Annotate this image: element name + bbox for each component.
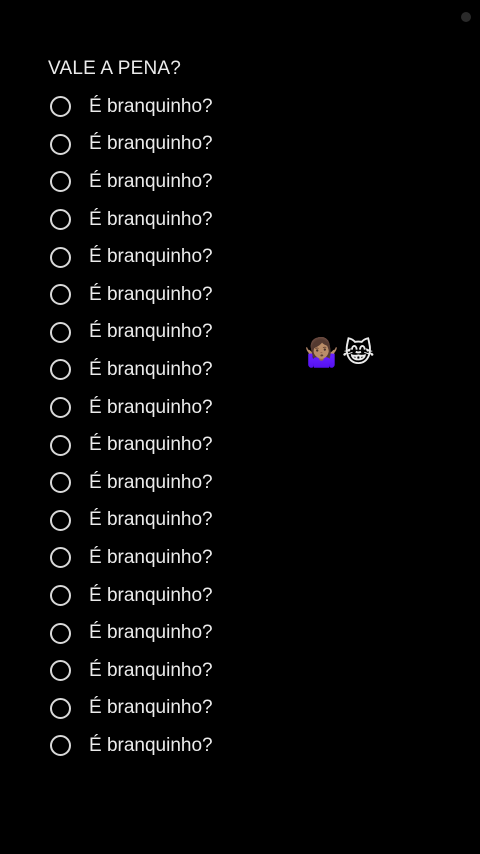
emoji-sticker-group: 🤷🏽‍♀️ 😹 [304, 337, 375, 368]
checklist-item[interactable]: É branquinho? [50, 727, 213, 765]
unchecked-circle-icon[interactable] [50, 397, 71, 419]
checklist-item[interactable]: É branquinho? [50, 690, 213, 728]
checklist-item[interactable]: É branquinho? [50, 502, 213, 540]
unchecked-circle-icon[interactable] [50, 359, 71, 381]
unchecked-circle-icon[interactable] [50, 133, 71, 155]
notes-screen: VALE A PENA? É branquinho? É branquinho? É… [0, 0, 480, 854]
unchecked-circle-icon[interactable] [50, 622, 71, 644]
checklist-item-label: É branquinho? [89, 546, 213, 568]
checklist-item-label: É branquinho? [89, 321, 213, 343]
checklist-item[interactable]: É branquinho? [50, 426, 213, 464]
checklist: É branquinho? É branquinho? É branquinho? É… [50, 88, 213, 765]
checklist-item[interactable]: É branquinho? [50, 314, 213, 352]
checklist-item[interactable]: É branquinho? [50, 88, 213, 126]
checklist-item[interactable]: É branquinho? [50, 238, 213, 276]
checklist-item[interactable]: É branquinho? [50, 126, 213, 164]
crying-laughing-cat-emoji-icon: 😹 [342, 337, 375, 368]
checklist-item[interactable]: É branquinho? [50, 464, 213, 502]
unchecked-circle-icon[interactable] [50, 660, 71, 682]
checklist-item[interactable]: É branquinho? [50, 163, 213, 201]
unchecked-circle-icon[interactable] [50, 585, 71, 607]
unchecked-circle-icon[interactable] [50, 509, 71, 531]
unchecked-circle-icon[interactable] [50, 246, 71, 268]
checklist-item-label: É branquinho? [89, 246, 213, 268]
top-indicator-dot [461, 12, 471, 22]
checklist-item-label: É branquinho? [89, 734, 213, 756]
shrug-emoji-icon: 🤷🏽‍♀️ [304, 337, 339, 368]
checklist-item-label: É branquinho? [89, 208, 213, 230]
checklist-item[interactable]: É branquinho? [50, 351, 213, 389]
checklist-item[interactable]: É branquinho? [50, 276, 213, 314]
checklist-item-label: É branquinho? [89, 584, 213, 606]
checklist-item[interactable]: É branquinho? [50, 652, 213, 690]
unchecked-circle-icon[interactable] [50, 472, 71, 494]
checklist-item-label: É branquinho? [89, 133, 213, 155]
unchecked-circle-icon[interactable] [50, 547, 71, 569]
checklist-item-label: É branquinho? [89, 509, 213, 531]
checklist-item-label: É branquinho? [89, 396, 213, 418]
checklist-item-label: É branquinho? [89, 283, 213, 305]
checklist-item[interactable]: É branquinho? [50, 614, 213, 652]
checklist-item-label: É branquinho? [89, 471, 213, 493]
checklist-item[interactable]: É branquinho? [50, 577, 213, 615]
checklist-item[interactable]: É branquinho? [50, 201, 213, 239]
checklist-item-label: É branquinho? [89, 622, 213, 644]
checklist-item-label: É branquinho? [89, 434, 213, 456]
checklist-item-label: É branquinho? [89, 697, 213, 719]
checklist-item-label: É branquinho? [89, 358, 213, 380]
unchecked-circle-icon[interactable] [50, 697, 71, 719]
checklist-item[interactable]: É branquinho? [50, 389, 213, 427]
unchecked-circle-icon[interactable] [50, 434, 71, 456]
checklist-item-label: É branquinho? [89, 170, 213, 192]
unchecked-circle-icon[interactable] [50, 321, 71, 343]
checklist-item-label: É branquinho? [89, 659, 213, 681]
checklist-item[interactable]: É branquinho? [50, 539, 213, 577]
unchecked-circle-icon[interactable] [50, 171, 71, 193]
unchecked-circle-icon[interactable] [50, 284, 71, 306]
unchecked-circle-icon[interactable] [50, 96, 71, 118]
checklist-item-label: É branquinho? [89, 95, 213, 117]
unchecked-circle-icon[interactable] [50, 209, 71, 231]
unchecked-circle-icon[interactable] [50, 735, 71, 757]
note-title: VALE A PENA? [48, 58, 182, 79]
